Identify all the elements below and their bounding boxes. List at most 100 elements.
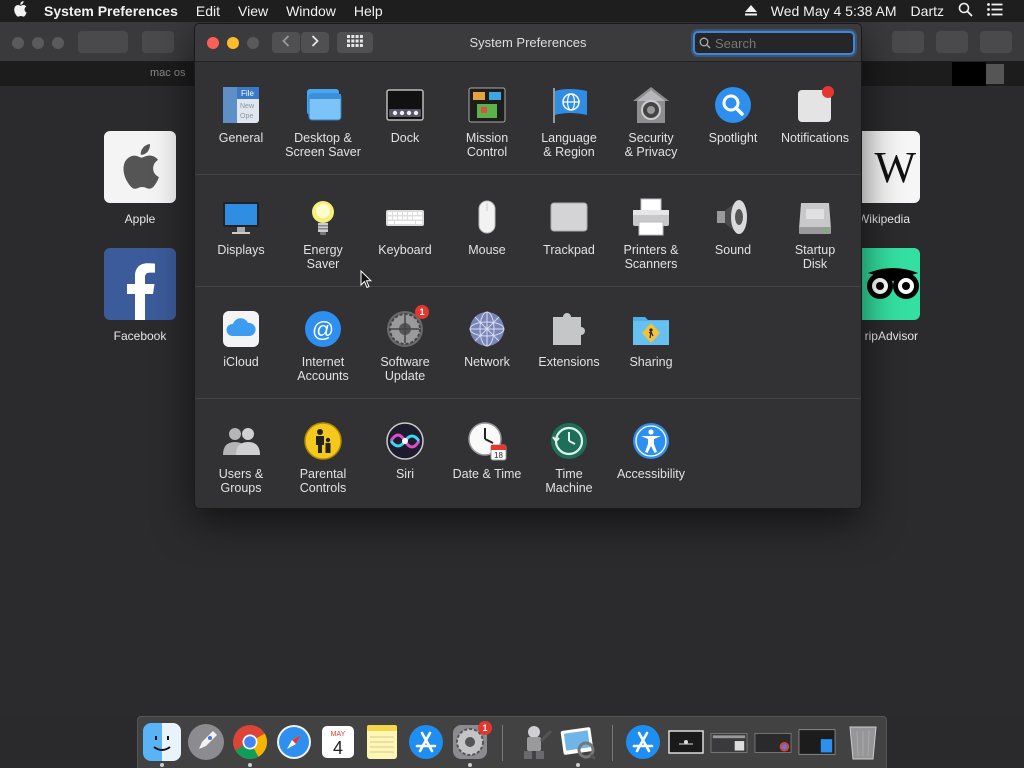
displays-icon	[221, 197, 261, 237]
app-store-icon[interactable]	[407, 723, 445, 761]
pane-energy-saver[interactable]: Energy Saver	[282, 175, 364, 287]
browser-download-button[interactable]	[892, 31, 924, 53]
pane-spotlight[interactable]: Spotlight	[692, 63, 774, 175]
pane-startup-disk[interactable]: Startup Disk	[774, 175, 856, 287]
calendar-icon[interactable]: MAY 4	[319, 723, 357, 761]
menubar-user[interactable]: Dartz	[904, 3, 951, 19]
pane-desktop-screen-saver[interactable]: Desktop & Screen Saver	[282, 63, 364, 175]
pane-sharing[interactable]: Sharing	[610, 287, 692, 399]
pane-icloud[interactable]: iCloud	[200, 287, 282, 399]
time-machine-icon	[549, 421, 589, 461]
pane-parental-controls[interactable]: Parental Controls	[282, 399, 364, 508]
notes-icon[interactable]	[363, 723, 401, 761]
menubar-clock[interactable]: Wed May 4 5:38 AM	[764, 3, 904, 19]
pane-network[interactable]: Network	[446, 287, 528, 399]
svg-text:@: @	[312, 317, 334, 342]
pane-language-region[interactable]: Language & Region	[528, 63, 610, 175]
spotlight-search-icon[interactable]	[951, 2, 980, 20]
dock-separator	[612, 725, 613, 761]
pane-label: Spotlight	[708, 131, 758, 145]
pane-label: Users & Groups	[218, 467, 264, 495]
menu-app-name[interactable]: System Preferences	[40, 3, 187, 19]
search-input[interactable]	[715, 35, 845, 51]
preferences-section-hardware: Displays Energy Saver Keyboard Mouse Tra…	[195, 175, 861, 287]
printer-icon	[631, 197, 671, 237]
window-titlebar[interactable]: System Preferences	[195, 24, 861, 62]
pane-extensions[interactable]: Extensions	[528, 287, 610, 399]
network-icon	[467, 309, 507, 349]
browser-tabs-button[interactable]	[980, 31, 1012, 53]
pane-security-privacy[interactable]: Security & Privacy	[610, 63, 692, 175]
preview-icon[interactable]	[559, 723, 597, 767]
mouse-icon	[467, 197, 507, 237]
launchpad-icon[interactable]	[187, 723, 225, 761]
finder-icon[interactable]	[143, 723, 181, 767]
browser-tab-label[interactable]: mac os	[150, 67, 185, 79]
pane-dock[interactable]: Dock	[364, 63, 446, 175]
pane-users-groups[interactable]: Users & Groups	[200, 399, 282, 508]
language-region-icon	[549, 85, 589, 125]
menu-help[interactable]: Help	[345, 3, 392, 19]
browser-minimize-button[interactable]	[32, 37, 44, 49]
pane-notifications[interactable]: Notifications	[774, 63, 856, 175]
browser-tab-thumbnail[interactable]	[952, 62, 986, 86]
pane-mission-control[interactable]: Mission Control	[446, 63, 528, 175]
favorite-label: Apple	[124, 212, 156, 226]
apple-icon[interactable]	[0, 0, 40, 22]
pane-time-machine[interactable]: Time Machine	[528, 399, 610, 508]
browser-back-forward-button[interactable]	[78, 31, 128, 53]
pane-label: Notifications	[780, 131, 850, 145]
automator-icon[interactable]	[516, 723, 554, 761]
window-thumb-icon[interactable]	[710, 723, 748, 761]
notifications-icon	[795, 85, 835, 125]
startup-disk-icon	[795, 197, 835, 237]
pane-label: General	[218, 131, 264, 145]
pane-internet-accounts[interactable]: @ Internet Accounts	[282, 287, 364, 399]
pane-siri[interactable]: Siri	[364, 399, 446, 508]
window-thumb-icon-2[interactable]	[754, 723, 792, 761]
sound-icon	[713, 197, 753, 237]
pane-label: Date & Time	[452, 467, 522, 481]
safari-icon[interactable]	[275, 723, 313, 761]
favorite-apple[interactable]: Apple	[104, 131, 176, 226]
menu-window[interactable]: Window	[277, 3, 345, 19]
preferences-section-system: Users & Groups Parental Controls Siri 18…	[195, 399, 861, 508]
menu-edit[interactable]: Edit	[187, 3, 229, 19]
pane-date-time[interactable]: 18 Date & Time	[446, 399, 528, 508]
chrome-icon[interactable]	[231, 723, 269, 767]
pane-displays[interactable]: Displays	[200, 175, 282, 287]
screenshot-icon[interactable]	[667, 723, 705, 761]
trash-icon[interactable]	[844, 723, 882, 761]
pane-label: Sound	[714, 243, 752, 257]
pane-sound[interactable]: Sound	[692, 175, 774, 287]
dock-separator	[502, 725, 503, 761]
running-indicator	[468, 763, 472, 767]
eject-icon[interactable]	[738, 3, 764, 19]
pane-accessibility[interactable]: Accessibility	[610, 399, 692, 508]
dock-prefs-badge: 1	[478, 721, 492, 735]
pane-trackpad[interactable]: Trackpad	[528, 175, 610, 287]
update-badge: 1	[415, 305, 429, 319]
system-preferences-icon[interactable]: 1	[451, 721, 492, 767]
browser-zoom-button[interactable]	[52, 37, 64, 49]
pane-keyboard[interactable]: Keyboard	[364, 175, 446, 287]
pane-mouse[interactable]: Mouse	[446, 175, 528, 287]
window-thumb-icon-3[interactable]	[798, 723, 836, 761]
browser-new-tab-button[interactable]	[986, 64, 1004, 84]
svg-text:File: File	[241, 89, 254, 98]
search-field[interactable]	[693, 31, 855, 55]
browser-share-button[interactable]	[936, 31, 968, 53]
pane-label: Parental Controls	[299, 467, 347, 495]
pane-label: iCloud	[223, 355, 259, 369]
browser-close-button[interactable]	[12, 37, 24, 49]
menu-view[interactable]: View	[229, 3, 277, 19]
pane-general[interactable]: File New Ope General	[200, 63, 282, 175]
notification-center-icon[interactable]	[980, 3, 1010, 19]
app-store-folder-icon[interactable]	[624, 723, 662, 761]
mission-control-icon	[467, 85, 507, 125]
browser-sidebar-button[interactable]	[142, 31, 174, 53]
pane-software-update[interactable]: 1 Software Update	[364, 287, 446, 399]
favorite-facebook[interactable]: Facebook	[104, 248, 176, 343]
accessibility-icon	[631, 421, 671, 461]
pane-printers-scanners[interactable]: Printers & Scanners	[610, 175, 692, 287]
